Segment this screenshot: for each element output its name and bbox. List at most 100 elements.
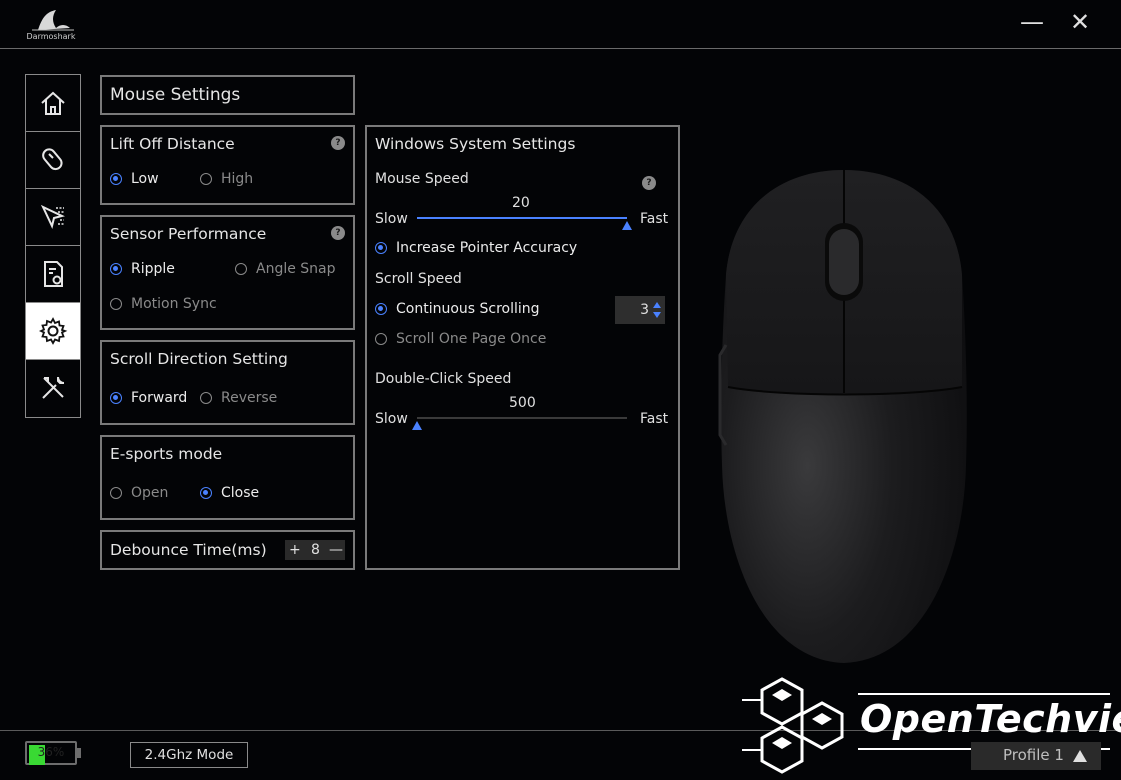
debounce-stepper: + 8 — — [285, 540, 345, 560]
watermark-rule — [858, 693, 1110, 695]
scroll-forward-radio[interactable]: Forward — [110, 390, 187, 406]
gear-icon — [38, 317, 68, 345]
opentechview-logo-icon — [742, 675, 862, 775]
radio-label: Scroll One Page Once — [396, 331, 547, 347]
double-click-label: Double-Click Speed — [375, 371, 512, 387]
radio-label: Open — [131, 485, 169, 501]
scroll-speed-label: Scroll Speed — [375, 271, 462, 287]
debounce-plus-button[interactable]: + — [289, 540, 301, 560]
radio-dot-icon — [110, 263, 122, 275]
debounce-title: Debounce Time(ms) — [110, 541, 267, 559]
sidebar-item-tools[interactable] — [26, 360, 80, 416]
minimize-button[interactable]: — — [1020, 8, 1044, 36]
radio-dot-icon — [110, 298, 122, 310]
mouse-speed-min-label: Slow — [375, 211, 408, 227]
radio-label: Low — [131, 171, 159, 187]
profile-label: Profile 1 — [1003, 746, 1064, 764]
scroll-lines-value: 3 — [640, 302, 649, 318]
radio-label: Continuous Scrolling — [396, 301, 540, 317]
home-icon — [41, 91, 65, 115]
scroll-reverse-radio[interactable]: Reverse — [200, 390, 277, 406]
lift-off-help-icon[interactable]: ? — [331, 136, 345, 150]
mouse-speed-max-label: Fast — [640, 211, 669, 227]
double-click-max-label: Fast — [640, 411, 669, 427]
sensor-ripple-radio[interactable]: Ripple — [110, 261, 175, 277]
radio-label: Motion Sync — [131, 296, 217, 312]
sidebar-item-macro[interactable] — [26, 189, 80, 246]
radio-dot-icon — [110, 392, 122, 404]
brand-name: Darmoshark — [26, 32, 76, 41]
radio-dot-icon — [110, 173, 122, 185]
mouse-settings-header: Mouse Settings — [100, 75, 355, 115]
esports-close-radio[interactable]: Close — [200, 485, 259, 501]
sidebar-item-profile-settings[interactable] — [26, 246, 80, 303]
double-click-thumb[interactable] — [412, 421, 422, 430]
sensor-title: Sensor Performance — [110, 225, 267, 243]
radio-label: Close — [221, 485, 260, 501]
spinner-down-icon[interactable] — [653, 312, 661, 318]
mouse-product-image — [712, 165, 977, 665]
windows-settings-panel: Windows System Settings Mouse Speed ? 20… — [365, 125, 680, 570]
radio-label: Forward — [131, 390, 188, 406]
option-label: Increase Pointer Accuracy — [396, 240, 578, 256]
radio-label: Angle Snap — [256, 261, 336, 277]
lift-off-high-radio[interactable]: High — [200, 171, 253, 187]
esports-open-radio[interactable]: Open — [110, 485, 168, 501]
radio-dot-icon — [200, 173, 212, 185]
lift-off-title: Lift Off Distance — [110, 135, 235, 153]
scroll-direction-panel: Scroll Direction Setting Forward Reverse — [100, 340, 355, 425]
mouse-speed-label: Mouse Speed — [375, 171, 469, 187]
radio-label: Ripple — [131, 261, 175, 277]
sensor-panel: Sensor Performance ? Ripple Angle Snap M… — [100, 215, 355, 330]
shark-fin-icon — [32, 10, 74, 31]
radio-label: High — [221, 171, 254, 187]
scroll-one-page-radio[interactable]: Scroll One Page Once — [375, 331, 546, 347]
mouse-speed-fill — [417, 217, 627, 219]
close-button[interactable]: ✕ — [1070, 8, 1090, 36]
scroll-direction-title: Scroll Direction Setting — [110, 350, 288, 368]
radio-dot-icon — [375, 303, 387, 315]
document-settings-icon — [44, 261, 63, 287]
sensor-help-icon[interactable]: ? — [331, 226, 345, 240]
windows-settings-title: Windows System Settings — [375, 135, 576, 153]
esports-title: E-sports mode — [110, 445, 223, 463]
debounce-minus-button[interactable]: — — [329, 540, 343, 560]
radio-dot-icon — [375, 242, 387, 254]
mouse-speed-value: 20 — [512, 195, 530, 211]
spinner-up-icon[interactable] — [653, 302, 661, 308]
titlebar-divider — [0, 48, 1121, 49]
mouse-speed-help-icon[interactable]: ? — [642, 176, 656, 190]
sidebar-item-settings[interactable] — [26, 303, 80, 360]
mouse-speed-slider[interactable] — [417, 217, 632, 230]
mouse-speed-thumb[interactable] — [622, 221, 632, 230]
scroll-lines-spinner[interactable]: 3 — [615, 296, 665, 324]
battery-indicator: 36% — [25, 741, 81, 767]
battery-percent: 36% — [37, 745, 65, 759]
lift-off-panel: Lift Off Distance ? Low High — [100, 125, 355, 205]
radio-dot-icon — [375, 333, 387, 345]
radio-dot-icon — [110, 487, 122, 499]
radio-dot-icon — [200, 392, 212, 404]
double-click-slider[interactable] — [412, 417, 627, 430]
radio-label: Reverse — [221, 390, 278, 406]
radio-dot-icon — [200, 487, 212, 499]
triangle-up-icon[interactable] — [1073, 750, 1087, 762]
sidebar — [25, 74, 81, 418]
lift-off-low-radio[interactable]: Low — [110, 171, 159, 187]
esports-panel: E-sports mode Open Close — [100, 435, 355, 520]
sensor-angle-snap-radio[interactable]: Angle Snap — [235, 261, 336, 277]
mouse-icon — [42, 148, 63, 171]
sensor-motion-sync-radio[interactable]: Motion Sync — [110, 296, 217, 312]
profile-selector[interactable]: Profile 1 — [971, 742, 1101, 770]
pointer-accuracy-option[interactable]: Increase Pointer Accuracy — [375, 240, 577, 256]
continuous-scrolling-radio[interactable]: Continuous Scrolling — [375, 301, 540, 317]
sidebar-item-mouse[interactable] — [26, 132, 80, 189]
radio-dot-icon — [235, 263, 247, 275]
debounce-value: 8 — [311, 542, 320, 558]
debounce-panel: Debounce Time(ms) + 8 — — [100, 530, 355, 570]
connection-mode-badge: 2.4Ghz Mode — [130, 742, 248, 768]
tools-icon — [42, 376, 65, 399]
mouse-settings-title: Mouse Settings — [110, 85, 241, 105]
battery-tip — [77, 748, 81, 758]
sidebar-item-home[interactable] — [26, 75, 80, 132]
